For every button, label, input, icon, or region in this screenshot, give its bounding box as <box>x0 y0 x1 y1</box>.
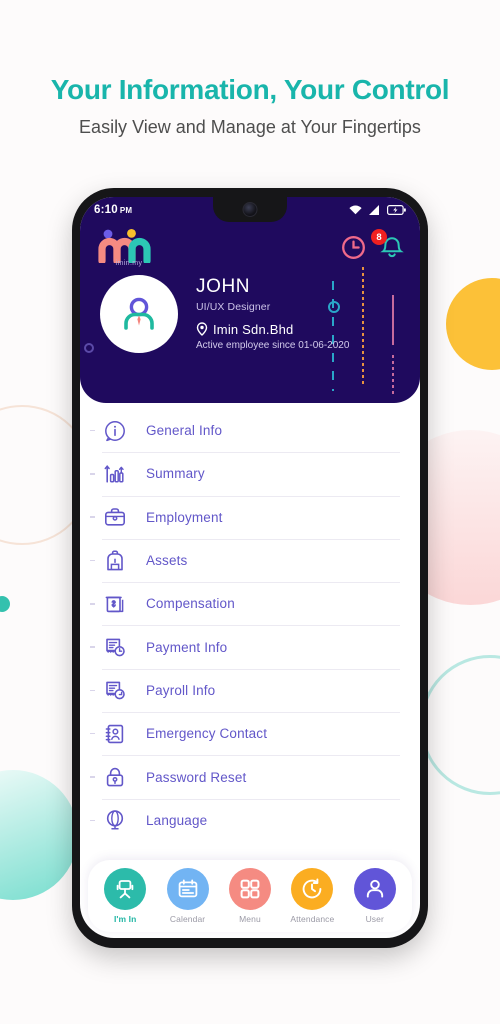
contact-book-icon <box>102 723 128 745</box>
clock-icon[interactable] <box>341 235 366 260</box>
decor-circle-teal <box>0 770 78 900</box>
menu-item-label: Summary <box>146 466 205 482</box>
nav-circle-attendance[interactable] <box>291 868 334 910</box>
backpack-icon <box>102 549 128 572</box>
lock-key-icon <box>102 766 128 788</box>
menu-item-general-info[interactable]: General Info <box>80 409 420 452</box>
avatar[interactable] <box>100 275 178 353</box>
menu-tick <box>90 429 95 432</box>
menu-item-label: Emergency Contact <box>146 726 268 742</box>
office-chair-icon <box>116 880 134 899</box>
promo-text-block: Your Information, Your Control Easily Vi… <box>0 74 500 138</box>
status-time: 6:10 PM <box>94 204 132 216</box>
info-circle-icon <box>102 420 128 442</box>
nav-circle-menu[interactable] <box>228 868 271 910</box>
decor-circle-yellow <box>446 278 500 370</box>
person-icon <box>366 879 383 898</box>
mn-logo-icon <box>98 229 160 263</box>
phone-mockup: 6:10 PM imin.my 8 JOHN UI/UX Designer Im… <box>72 188 428 948</box>
phone-screen: 6:10 PM imin.my 8 JOHN UI/UX Designer Im… <box>80 197 420 938</box>
menu-tick <box>90 732 95 735</box>
notification-badge: 8 <box>371 229 387 245</box>
nav-label: Attendance <box>290 914 335 924</box>
menu-tick <box>90 516 95 518</box>
profile-name: JOHN <box>196 276 251 298</box>
bottom-navigation: I'm In Calendar Menu Attendance User <box>88 860 412 932</box>
menu-item-summary[interactable]: Summary <box>80 452 420 495</box>
status-bar: 6:10 PM <box>80 197 420 223</box>
page-subtitle: Easily View and Manage at Your Fingertip… <box>79 117 421 137</box>
menu-tick <box>90 559 95 562</box>
decor-ring-teal <box>420 655 500 795</box>
menu-tick <box>90 603 95 605</box>
menu-item-label: Payment Info <box>146 639 228 655</box>
grid-squares-icon <box>240 879 260 899</box>
app-logo[interactable]: imin.my <box>98 229 160 267</box>
app-header-actions: 8 <box>341 229 404 260</box>
menu-item-label: General Info <box>146 423 223 439</box>
notification-bell-icon[interactable]: 8 <box>371 229 404 260</box>
app-logo-text: imin.my <box>115 260 143 267</box>
user-avatar-icon <box>124 297 154 330</box>
status-time-value: 6:10 <box>94 204 118 216</box>
menu-item-payment-info[interactable]: Payment Info <box>80 625 420 668</box>
wifi-icon <box>349 205 362 215</box>
nav-item-user[interactable]: User <box>346 868 404 924</box>
nav-item-im-in[interactable]: I'm In <box>96 868 154 924</box>
nav-circle-calendar[interactable] <box>166 868 209 910</box>
menu-item-compensation[interactable]: Compensation <box>80 582 420 625</box>
profile-role: UI/UX Designer <box>196 300 271 313</box>
menu-tick <box>90 473 95 475</box>
profile-info: JOHN UI/UX Designer Imin Sdn.Bhd Active … <box>196 276 350 351</box>
calendar-icon <box>178 879 197 898</box>
nav-item-menu[interactable]: Menu <box>221 868 279 924</box>
nav-item-attendance[interactable]: Attendance <box>283 868 341 924</box>
nav-item-calendar[interactable]: Calendar <box>159 868 217 924</box>
nav-label: Menu <box>239 914 261 924</box>
decor-dotted-line-pink <box>392 355 394 397</box>
nav-label: Calendar <box>169 914 206 924</box>
briefcase-icon <box>102 506 128 528</box>
globe-icon <box>102 809 128 831</box>
clock-check-icon <box>303 878 322 899</box>
menu-item-language[interactable]: Language <box>80 798 420 842</box>
profile-menu-list: General Info Summary Employment Assets C… <box>80 403 420 842</box>
nav-circle-user[interactable] <box>353 868 396 910</box>
menu-tick <box>90 646 95 648</box>
status-icons <box>349 205 406 215</box>
app-header: 6:10 PM imin.my 8 JOHN UI/UX Designer Im… <box>80 197 420 403</box>
menu-item-label: Payroll Info <box>146 682 216 698</box>
cellular-signal-icon <box>369 205 380 215</box>
menu-item-password-reset[interactable]: Password Reset <box>80 755 420 798</box>
menu-item-assets[interactable]: Assets <box>80 538 420 582</box>
menu-item-payroll-info[interactable]: Payroll Info <box>80 668 420 712</box>
page-title: Your Information, Your Control <box>50 74 450 105</box>
nav-label: User <box>365 914 384 924</box>
menu-tick <box>90 776 95 778</box>
profile-since: Active employee since 01-06-2020 <box>196 339 350 351</box>
status-time-ampm: PM <box>119 206 133 215</box>
profile-company-row: Imin Sdn.Bhd <box>196 322 349 337</box>
app-header-top-row: imin.my 8 <box>80 223 420 267</box>
document-clock-icon <box>102 636 128 658</box>
menu-item-label: Password Reset <box>146 769 247 785</box>
menu-item-label: Compensation <box>146 596 235 612</box>
menu-tick <box>90 689 95 692</box>
nav-label: I'm In <box>113 914 137 924</box>
nav-circle-im-in[interactable] <box>104 868 147 910</box>
menu-tick <box>90 819 95 822</box>
money-note-icon <box>102 593 128 615</box>
document-refresh-icon <box>102 679 128 701</box>
bar-chart-icon <box>102 463 128 485</box>
profile-company: Imin Sdn.Bhd <box>213 321 294 337</box>
battery-charging-icon <box>387 205 406 215</box>
decor-dot-teal <box>0 596 10 612</box>
location-pin-icon <box>196 322 208 337</box>
menu-item-emergency-contact[interactable]: Emergency Contact <box>80 712 420 755</box>
menu-item-label: Employment <box>146 509 223 525</box>
menu-item-label: Language <box>146 812 208 828</box>
menu-item-label: Assets <box>146 553 188 569</box>
menu-item-employment[interactable]: Employment <box>80 495 420 539</box>
profile-card[interactable]: JOHN UI/UX Designer Imin Sdn.Bhd Active … <box>80 267 420 353</box>
